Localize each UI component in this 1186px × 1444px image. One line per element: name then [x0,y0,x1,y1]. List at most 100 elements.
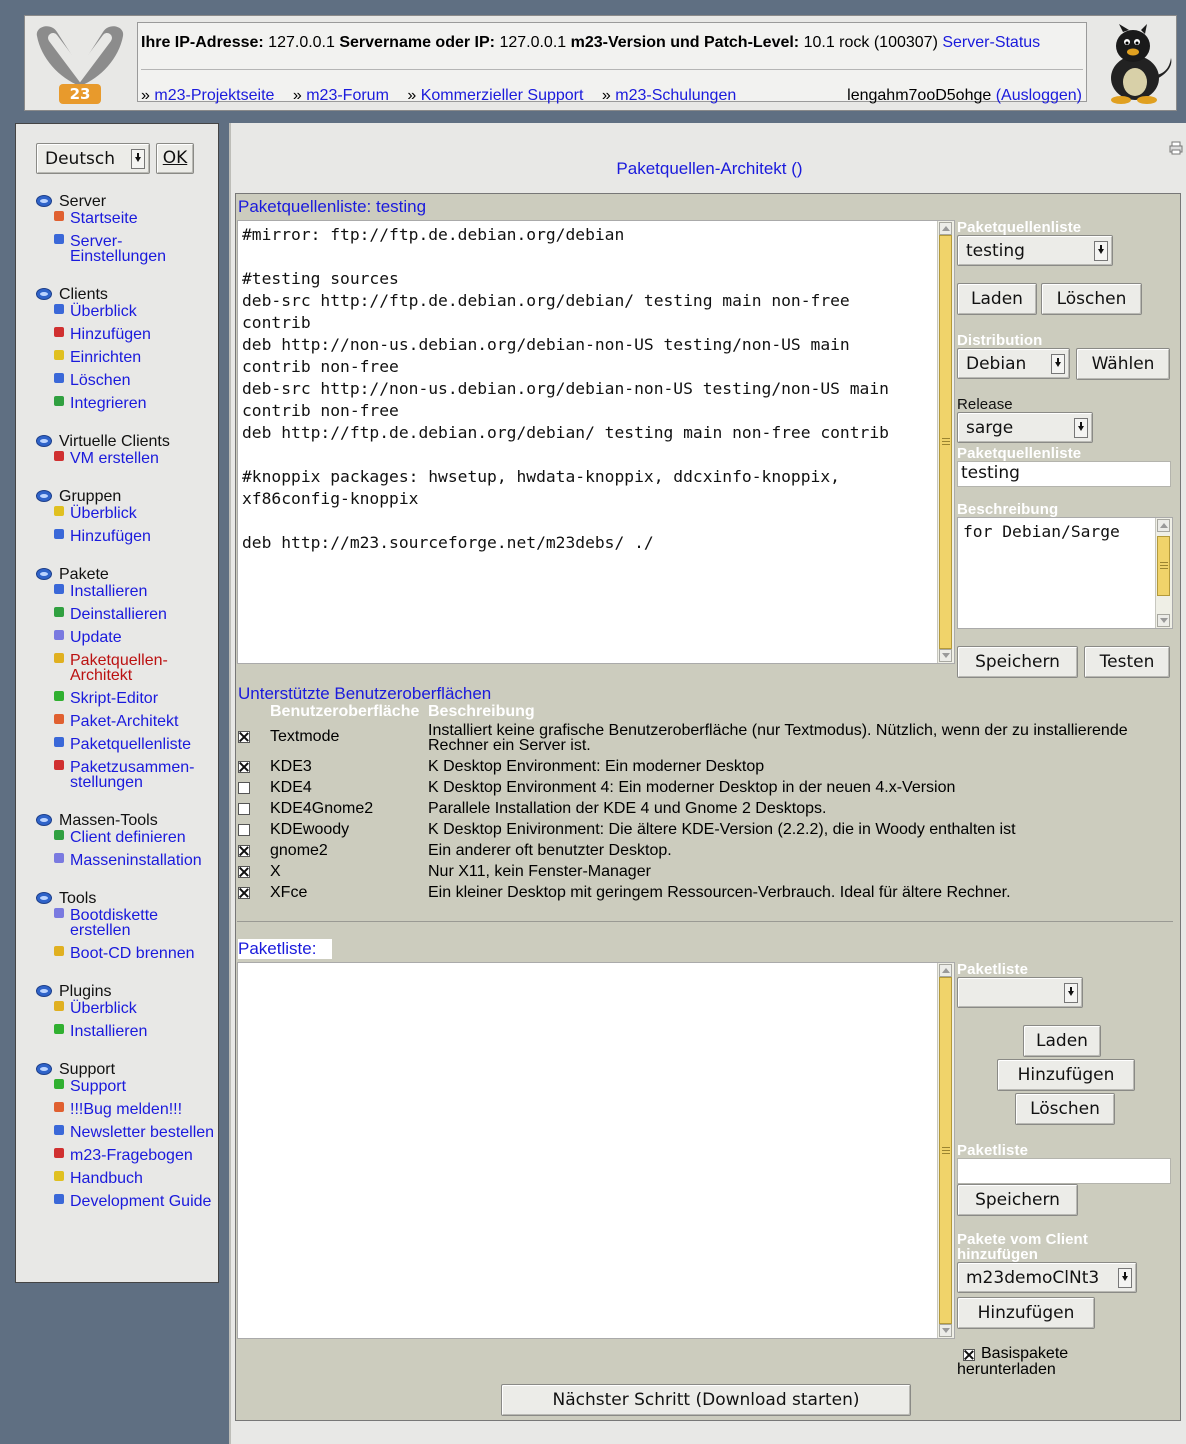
sidebar-section-title[interactable]: Support [36,1061,215,1079]
language-ok-button[interactable]: OK [156,143,194,174]
sidebar-section-title[interactable]: Plugins [36,983,215,1001]
sidebar-item[interactable]: Hinzufügen [36,529,215,545]
sidebar-section-title[interactable]: Gruppen [36,488,215,506]
nav-link-projektseite[interactable]: m23-Projektseite [154,87,274,104]
menu-item-icon [54,373,64,383]
checkbox-unchecked-icon[interactable] [238,781,250,794]
sidebar-section-title[interactable]: Pakete [36,566,215,584]
packagelist-name-input[interactable] [957,1158,1171,1184]
distribution-select[interactable]: Debian [957,348,1070,379]
checkbox-checked-icon[interactable] [238,760,250,773]
checkbox-checked-icon[interactable] [238,730,250,743]
scroll-up-icon[interactable] [1157,519,1170,532]
sidebar-section-title[interactable]: Massen-Tools [36,812,215,830]
scroll-up-icon[interactable] [939,964,952,977]
choose-distribution-button[interactable]: Wählen [1076,348,1170,380]
packagelist-scrollbar[interactable] [937,963,954,1338]
sidebar-item[interactable]: Löschen [36,373,215,389]
add-packagelist-button[interactable]: Hinzufügen [997,1059,1135,1091]
sidebar-item[interactable]: Startseite [36,211,215,227]
save-packagelist-button[interactable]: Speichern [957,1184,1078,1216]
sidebar-item[interactable]: Server-Einstellungen [36,234,215,265]
scroll-thumb[interactable] [939,977,952,1324]
menu-item-icon [54,830,64,840]
checkbox-checked-icon[interactable] [238,844,250,857]
nav-link-forum[interactable]: m23-Forum [306,87,389,104]
description-scrollbar[interactable] [1155,518,1172,628]
release-select[interactable]: sarge [957,412,1093,443]
sidebar-item[interactable]: Überblick [36,1001,215,1017]
print-icon[interactable] [1169,141,1183,155]
menu-item-icon [54,506,64,516]
checkbox-checked-icon[interactable] [238,886,250,899]
sidebar-section-title[interactable]: Server [36,193,215,211]
add-client-packages-button[interactable]: Hinzufügen [957,1297,1095,1329]
sidebar-item[interactable]: Paketzusammen-stellungen [36,760,215,791]
sidebar-item[interactable]: Paketquellen-Architekt [36,653,215,684]
scroll-up-icon[interactable] [939,222,952,235]
save-sourcelist-button[interactable]: Speichern [957,646,1078,678]
sidebar-item[interactable]: Masseninstallation [36,853,215,869]
sidebar-item[interactable]: Handbuch [36,1171,215,1187]
sidebar-section-title[interactable]: Tools [36,890,215,908]
chevron-down-icon [1051,354,1065,374]
server-status-link[interactable]: Server-Status [942,34,1040,51]
checkbox-unchecked-icon[interactable] [238,823,250,836]
sidebar-item[interactable]: Installieren [36,1024,215,1040]
gui-row: KDEwoody K Desktop Enivironment: Die älte… [237,816,1179,838]
sidebar-item[interactable]: Bootdiskette erstellen [36,908,215,939]
menu-item-icon [54,396,64,406]
sidebar-section-title[interactable]: Clients [36,286,215,304]
sidebar-item[interactable]: Überblick [36,304,215,320]
sidebar-item[interactable]: Paketquellenliste [36,737,215,753]
test-sourcelist-button[interactable]: Testen [1084,646,1170,678]
sidebar-item[interactable]: Skript-Editor [36,691,215,707]
sidebar-item[interactable]: Update [36,630,215,646]
checkbox-unchecked-icon[interactable] [238,802,250,815]
sidebar-item[interactable]: VM erstellen [36,451,215,467]
menu-item-icon [54,211,64,221]
checkbox-checked-icon[interactable] [238,865,250,878]
scroll-down-icon[interactable] [1157,614,1170,627]
sidebar-item[interactable]: Support [36,1079,215,1095]
scroll-down-icon[interactable] [939,1324,952,1337]
scroll-thumb[interactable] [939,235,952,649]
sidebar-item[interactable]: Hinzufügen [36,327,215,343]
delete-sourcelist-button[interactable]: Löschen [1041,283,1142,315]
nav-link-support[interactable]: Kommerzieller Support [421,87,584,104]
scroll-thumb[interactable] [1157,536,1170,596]
menu-item-icon [54,1102,64,1112]
sourcelist-select[interactable]: testing [957,235,1113,266]
sidebar-item[interactable]: Einrichten [36,350,215,366]
sources-textarea[interactable]: #mirror: ftp://ftp.de.debian.org/debian … [237,220,955,664]
sidebar-item[interactable]: Paket-Architekt [36,714,215,730]
sidebar-item[interactable]: Deinstallieren [36,607,215,623]
logout-link[interactable]: (Ausloggen) [996,87,1082,104]
sidebar-item[interactable]: Client definieren [36,830,215,846]
sidebar-item[interactable]: m23-Fragebogen [36,1148,215,1164]
description-textarea[interactable]: for Debian/Sarge [957,517,1173,629]
sidebar-item[interactable]: Installieren [36,584,215,600]
sidebar-item[interactable]: Boot-CD brennen [36,946,215,962]
sidebar-section: Tools Bootdiskette erstellen Boot-CD brenn… [36,890,215,962]
sidebar-item[interactable]: Integrieren [36,396,215,412]
load-sourcelist-button[interactable]: Laden [957,283,1037,315]
language-select[interactable]: Deutsch [36,143,150,174]
sidebar-item[interactable]: Überblick [36,506,215,522]
mascot-icon [1111,24,1172,104]
scroll-down-icon[interactable] [939,649,952,662]
load-packagelist-button[interactable]: Laden [1023,1025,1101,1057]
next-step-button[interactable]: Nächster Schritt (Download starten) [501,1384,911,1416]
logo-icon[interactable]: 23 [31,22,129,106]
sidebar-section-title[interactable]: Virtuelle Clients [36,433,215,451]
sidebar-item[interactable]: Newsletter bestellen [36,1125,215,1141]
packagelist-textarea[interactable] [237,962,955,1339]
client-select[interactable]: m23demoClNt3 [957,1262,1137,1293]
delete-packagelist-button[interactable]: Löschen [1015,1093,1115,1125]
nav-link-schulungen[interactable]: m23-Schulungen [615,87,736,104]
packagelist-select[interactable] [957,977,1083,1008]
sidebar-item[interactable]: Development Guide [36,1194,215,1210]
sidebar-item[interactable]: !!!Bug melden!!! [36,1102,215,1118]
sourcelist-name-input[interactable]: testing [957,461,1171,487]
sources-scrollbar[interactable] [937,221,954,663]
